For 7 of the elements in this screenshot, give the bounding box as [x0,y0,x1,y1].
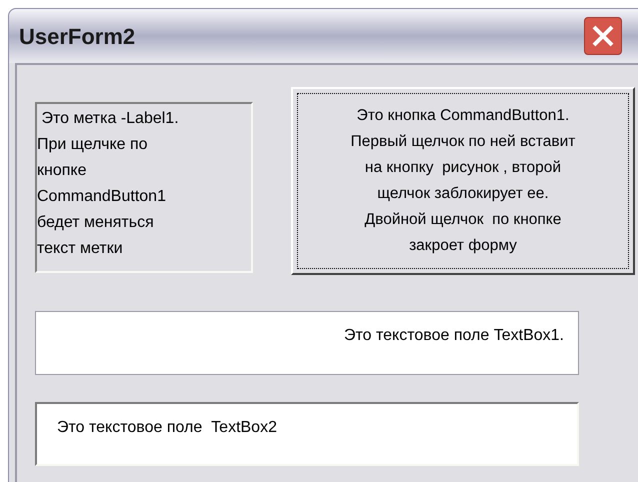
text-field[interactable]: Это текстовое поле TextBox2 [35,402,579,466]
close-button[interactable] [584,17,622,55]
text-field[interactable]: Это текстовое поле TextBox1. [35,311,579,375]
close-icon [590,23,616,49]
label-text: Это метка -Label1. При щелчке по кнопке CommandButton1 бедет меняться текст метки [35,102,253,273]
command-button[interactable]: Это кнопка CommandButton1. Первый щелчок по ней вставит на кнопку рисунок , второй щелчок заблокирует ее. Двойной щелчок по кнопке закроет форму [291,87,635,275]
window-title: UserForm2 [19,22,136,50]
